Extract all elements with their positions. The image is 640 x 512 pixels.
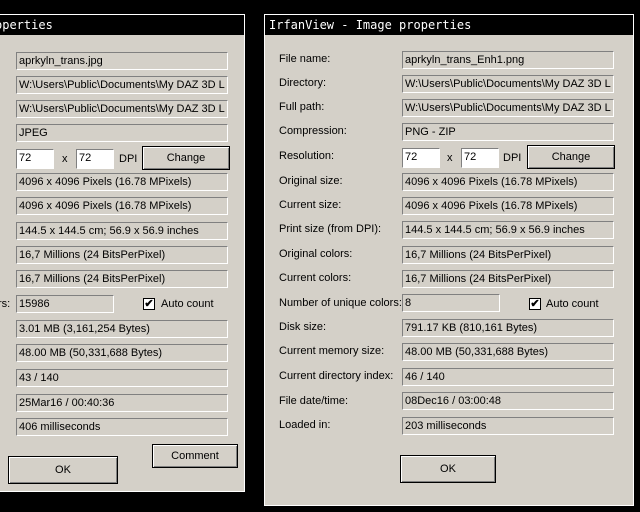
left-comment-button[interactable]: Comment bbox=[152, 444, 238, 468]
window-title: IrfanView - Image properties bbox=[269, 18, 472, 32]
dir-index-label: Current directory index: bbox=[279, 370, 394, 382]
compression-value: PNG - ZIP bbox=[402, 123, 614, 141]
left-directory: W:\Users\Public\Documents\My DAZ 3D L bbox=[16, 76, 228, 94]
left-loaded-in: 406 milliseconds bbox=[16, 418, 228, 436]
change-button[interactable]: Change bbox=[527, 145, 615, 169]
left-auto-count-label: Auto count bbox=[161, 298, 214, 310]
left-disk-size: 3.01 MB (3,161,254 Bytes) bbox=[16, 320, 228, 338]
file-date-label: File date/time: bbox=[279, 395, 349, 407]
resolution-y-input[interactable]: 72 bbox=[461, 148, 499, 168]
left-dpi-label: DPI bbox=[119, 153, 138, 165]
file-name-value: aprkyln_trans_Enh1.png bbox=[402, 51, 614, 69]
current-size-value: 4096 x 4096 Pixels (16.78 MPixels) bbox=[402, 197, 614, 215]
full-path-label: Full path: bbox=[279, 101, 325, 113]
resolution-label: Resolution: bbox=[279, 150, 335, 162]
auto-count-checkbox[interactable]: ✔ bbox=[529, 298, 541, 310]
ok-button[interactable]: OK bbox=[400, 455, 496, 483]
loaded-in-label: Loaded in: bbox=[279, 419, 331, 431]
left-full-path: W:\Users\Public\Documents\My DAZ 3D L bbox=[16, 100, 228, 118]
left-unique-colors-label: rs: bbox=[0, 298, 11, 310]
file-date-value: 08Dec16 / 03:00:48 bbox=[402, 392, 614, 410]
left-file-name: aprkyln_trans.jpg bbox=[16, 52, 228, 70]
left-res-y-input[interactable]: 72 bbox=[76, 149, 114, 169]
dir-index-value: 46 / 140 bbox=[402, 368, 614, 386]
left-properties-window: operties aprkyln_trans.jpg W:\Users\Publ… bbox=[0, 14, 245, 492]
loaded-in-value: 203 milliseconds bbox=[402, 417, 614, 435]
original-colors-value: 16,7 Millions (24 BitsPerPixel) bbox=[402, 246, 614, 264]
left-file-date: 25Mar16 / 00:40:36 bbox=[16, 394, 228, 412]
dpi-label: DPI bbox=[503, 152, 522, 164]
original-size-label: Original size: bbox=[279, 175, 343, 187]
left-original-size: 4096 x 4096 Pixels (16.78 MPixels) bbox=[16, 173, 228, 191]
left-current-colors: 16,7 Millions (24 BitsPerPixel) bbox=[16, 270, 228, 288]
title-bar: IrfanView - Image properties bbox=[265, 15, 633, 35]
current-colors-value: 16,7 Millions (24 BitsPerPixel) bbox=[402, 270, 614, 288]
disk-size-value: 791.17 KB (810,161 Bytes) bbox=[402, 319, 614, 337]
left-dir-index: 43 / 140 bbox=[16, 369, 228, 387]
left-print-size: 144.5 x 144.5 cm; 56.9 x 56.9 inches bbox=[16, 222, 228, 240]
auto-count-label: Auto count bbox=[546, 298, 599, 310]
current-colors-label: Current colors: bbox=[279, 272, 352, 284]
original-size-value: 4096 x 4096 Pixels (16.78 MPixels) bbox=[402, 173, 614, 191]
left-auto-count-checkbox[interactable]: ✔ bbox=[143, 298, 155, 310]
left-title: operties bbox=[0, 18, 53, 32]
resolution-sep: x bbox=[447, 152, 453, 164]
print-size-label: Print size (from DPI): bbox=[279, 223, 382, 235]
resolution-x-input[interactable]: 72 bbox=[402, 148, 440, 168]
left-current-size: 4096 x 4096 Pixels (16.78 MPixels) bbox=[16, 197, 228, 215]
left-unique-colors: 15986 bbox=[16, 295, 114, 313]
full-path-value: W:\Users\Public\Documents\My DAZ 3D L bbox=[402, 99, 614, 117]
compression-label: Compression: bbox=[279, 125, 347, 137]
unique-colors-label: Number of unique colors: bbox=[279, 297, 402, 309]
left-res-sep: x bbox=[62, 153, 68, 165]
unique-colors-value: 8 bbox=[402, 294, 500, 312]
file-name-label: File name: bbox=[279, 53, 331, 65]
original-colors-label: Original colors: bbox=[279, 248, 353, 260]
left-ok-button[interactable]: OK bbox=[8, 456, 118, 484]
memory-size-value: 48.00 MB (50,331,688 Bytes) bbox=[402, 343, 614, 361]
memory-size-label: Current memory size: bbox=[279, 345, 385, 357]
directory-label: Directory: bbox=[279, 77, 327, 89]
left-compression: JPEG bbox=[16, 124, 228, 142]
left-change-button[interactable]: Change bbox=[142, 146, 230, 170]
print-size-value: 144.5 x 144.5 cm; 56.9 x 56.9 inches bbox=[402, 221, 614, 239]
left-title-bar: operties bbox=[0, 15, 244, 35]
left-res-x-input[interactable]: 72 bbox=[16, 149, 54, 169]
current-size-label: Current size: bbox=[279, 199, 342, 211]
disk-size-label: Disk size: bbox=[279, 321, 327, 333]
image-properties-window: IrfanView - Image properties File name: … bbox=[264, 14, 634, 506]
left-original-colors: 16,7 Millions (24 BitsPerPixel) bbox=[16, 246, 228, 264]
directory-value: W:\Users\Public\Documents\My DAZ 3D L bbox=[402, 75, 614, 93]
left-memory-size: 48.00 MB (50,331,688 Bytes) bbox=[16, 344, 228, 362]
